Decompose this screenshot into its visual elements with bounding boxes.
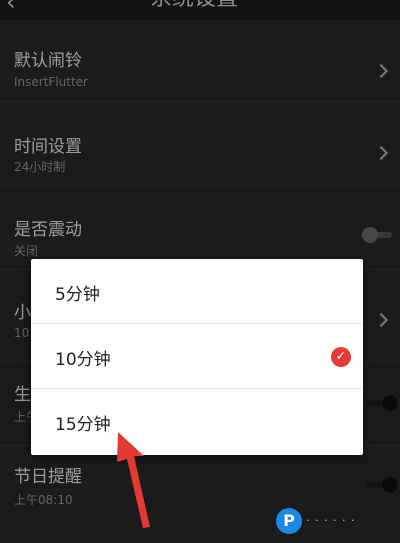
watermark-text: · · · · · · [306,514,356,527]
annotation-arrow-icon [117,432,150,528]
watermark-p-icon: P [276,508,302,534]
watermark-logo: P · · · · · · [276,504,396,540]
